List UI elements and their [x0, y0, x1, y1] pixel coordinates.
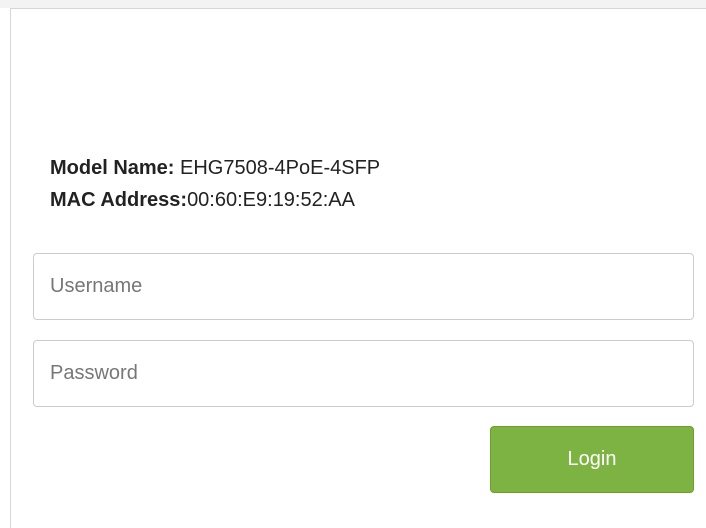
login-panel: Model Name: EHG7508-4PoE-4SFP MAC Addres… [10, 8, 706, 528]
model-name-label: Model Name: [50, 157, 175, 179]
mac-address-line: MAC Address:00:60:E9:19:52:AA [50, 184, 380, 216]
mac-address-value: 00:60:E9:19:52:AA [187, 189, 355, 211]
login-button[interactable]: Login [490, 426, 694, 493]
password-input[interactable] [33, 340, 694, 407]
top-divider [0, 0, 706, 8]
model-name-line: Model Name: EHG7508-4PoE-4SFP [50, 152, 380, 184]
mac-address-label: MAC Address: [50, 189, 188, 211]
device-info: Model Name: EHG7508-4PoE-4SFP MAC Addres… [50, 152, 380, 216]
username-input[interactable] [33, 253, 694, 320]
model-name-value: EHG7508-4PoE-4SFP [174, 157, 381, 179]
